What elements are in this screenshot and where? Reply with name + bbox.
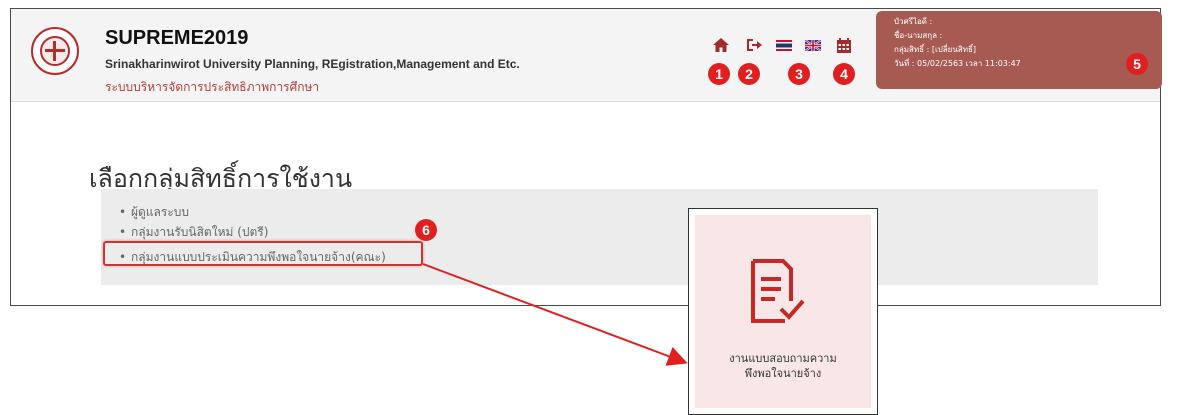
callout-3: 3 <box>788 63 810 85</box>
role-item-admin[interactable]: • ผู้ดูแลระบบ <box>119 203 189 222</box>
user-info-box: บัวศรีไอดี : ชื่อ-นามสกุล : กลุ่มสิทธิ์ … <box>876 11 1162 89</box>
full-name-label: ชื่อ-นามสกุล : <box>894 31 943 40</box>
employer-survey-card[interactable]: งานแบบสอบถามความ พึงพอใจนายจ้าง <box>688 208 878 415</box>
callout-4: 4 <box>833 63 855 85</box>
callout-5: 5 <box>1126 53 1148 75</box>
app-title: SUPREME2019 <box>105 27 249 49</box>
role-item-new-students[interactable]: • กลุ่มงานรับนิสิตใหม่ (ปตรี) <box>119 223 268 242</box>
callout-1: 1 <box>708 63 730 85</box>
card-label: งานแบบสอบถามความ พึงพอใจนายจ้าง <box>729 352 837 380</box>
app-subtitle: Srinakharinwirot University Planning, RE… <box>105 57 520 71</box>
calendar-icon[interactable] <box>836 37 856 55</box>
uk-flag-icon[interactable] <box>805 37 825 55</box>
buasri-id-label: บัวศรีไอดี : <box>894 17 933 26</box>
highlight-box <box>103 241 423 266</box>
checklist-icon <box>745 257 821 331</box>
app-subtitle-thai: ระบบบริหารจัดการประสิทธิภาพการศึกษา <box>105 80 320 94</box>
logout-icon[interactable] <box>745 37 765 55</box>
role-label: ผู้ดูแลระบบ <box>131 205 190 219</box>
permission-group-label[interactable]: กลุ่มสิทธิ์ : [เปลี่ยนสิทธิ์] <box>894 43 1162 57</box>
home-icon[interactable] <box>712 37 732 55</box>
role-label: กลุ่มงานรับนิสิตใหม่ (ปตรี) <box>131 225 269 239</box>
role-list-panel: • ผู้ดูแลระบบ • กลุ่มงานรับนิสิตใหม่ (ปตรี… <box>101 189 1098 285</box>
thai-flag-icon[interactable] <box>776 37 796 55</box>
callout-2: 2 <box>738 63 760 85</box>
university-logo <box>31 27 79 75</box>
date-time-label: วันที่ : 05/02/2563 เวลา 11:03:47 <box>894 59 1021 68</box>
callout-6: 6 <box>415 219 437 241</box>
